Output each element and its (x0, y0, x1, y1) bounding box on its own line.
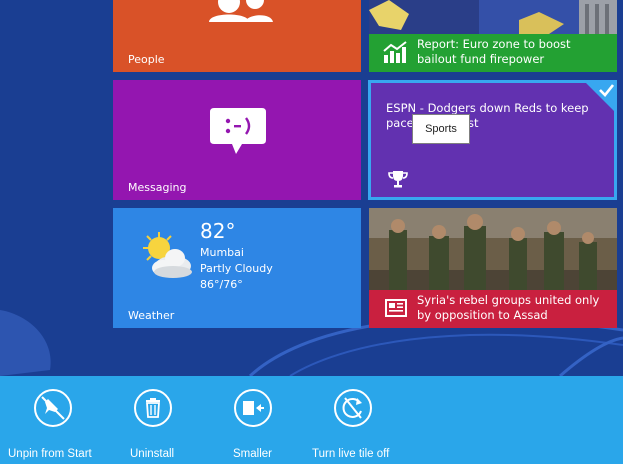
weather-tile[interactable]: 82° Mumbai Partly Cloudy 86°/76° Weather (113, 208, 361, 328)
photo-news-headline: Syria's rebel groups united only by oppo… (417, 293, 600, 322)
people-tile-label: People (128, 53, 165, 66)
smaller-button[interactable]: Smaller (215, 388, 291, 460)
uninstall-button[interactable]: Uninstall (113, 388, 193, 460)
news-image (369, 0, 617, 34)
news-icon (385, 299, 407, 317)
app-bar: Unpin from Start Uninstall Smaller Turn … (0, 376, 623, 464)
trophy-icon (388, 171, 408, 188)
smaller-label: Smaller (233, 448, 272, 460)
unpin-icon (34, 389, 72, 427)
weather-city: Mumbai (200, 246, 244, 259)
messaging-tile-label: Messaging (128, 181, 187, 194)
unpin-label: Unpin from Start (8, 448, 92, 460)
resize-smaller-icon (234, 389, 272, 427)
sports-tile[interactable]: ESPN - Dodgers down Reds to keep pace in… (368, 80, 617, 200)
news-photo (369, 208, 617, 290)
people-icon (209, 0, 273, 22)
turn-live-tile-off-button[interactable]: Turn live tile off (303, 388, 407, 460)
unpin-from-start-button[interactable]: Unpin from Start (0, 388, 110, 460)
photo-news-tile[interactable]: Syria's rebel groups united only by oppo… (369, 208, 617, 328)
news-tile[interactable]: Report: Euro zone to boost bailout fund … (369, 0, 617, 72)
live-tile-off-icon (334, 389, 372, 427)
tooltip: Sports (412, 114, 470, 144)
people-tile[interactable]: People (113, 0, 361, 72)
news-caption-strip: Report: Euro zone to boost bailout fund … (369, 34, 617, 72)
live-tile-label: Turn live tile off (312, 448, 390, 460)
chart-icon (383, 41, 407, 63)
news-headline: Report: Euro zone to boost bailout fund … (417, 37, 571, 66)
weather-high-low: 86°/76° (200, 278, 243, 291)
weather-tile-label: Weather (128, 309, 175, 322)
uninstall-label: Uninstall (130, 448, 175, 460)
sun-cloud-icon (143, 232, 192, 278)
selected-checkmark-icon (586, 83, 614, 111)
weather-condition: Partly Cloudy (200, 262, 273, 275)
trash-icon (134, 389, 172, 427)
chat-smiley-icon (210, 108, 266, 154)
photo-news-caption-strip: Syria's rebel groups united only by oppo… (369, 290, 617, 328)
messaging-tile[interactable]: Messaging (113, 80, 361, 200)
weather-temperature: 82° (200, 219, 236, 243)
